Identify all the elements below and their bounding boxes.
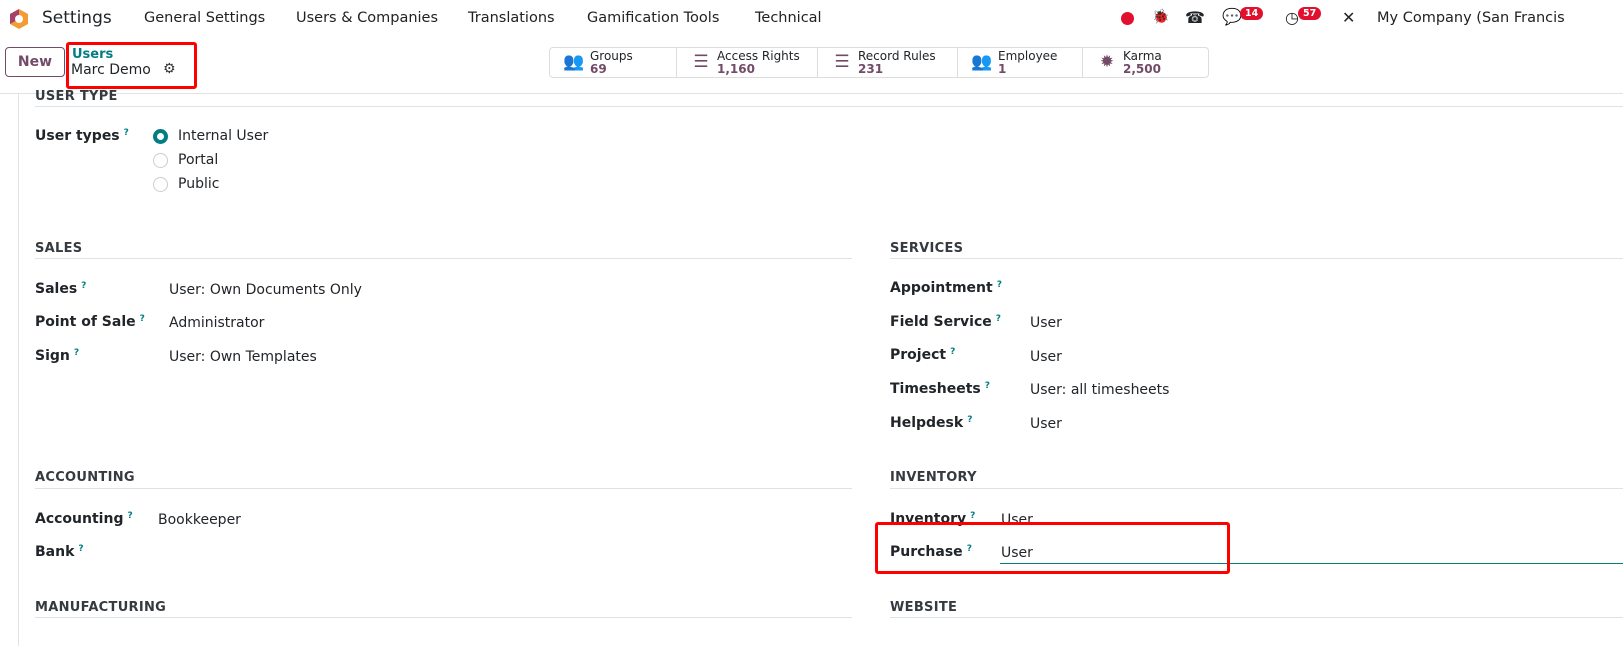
radio-label: Portal bbox=[178, 152, 219, 168]
divider bbox=[35, 488, 852, 489]
stat-value: 1,160 bbox=[717, 61, 755, 76]
user-types-label: User types? bbox=[35, 128, 129, 144]
users-icon: 👥 bbox=[971, 52, 993, 72]
sign-field[interactable]: User: Own Templates bbox=[169, 349, 317, 365]
menu-translations[interactable]: Translations bbox=[468, 10, 555, 26]
radio-internal-user[interactable] bbox=[153, 129, 168, 144]
record-rules-button[interactable]: ☰ Record Rules 231 bbox=[818, 48, 958, 77]
field-label: Timesheets? bbox=[890, 381, 990, 397]
messages-badge: 14 bbox=[1240, 7, 1264, 20]
divider bbox=[890, 258, 1623, 259]
list-icon: ☰ bbox=[693, 52, 709, 72]
form-sheet-border bbox=[18, 94, 19, 646]
tools-icon[interactable]: ✕ bbox=[1342, 8, 1355, 27]
field-label: Accounting? bbox=[35, 511, 133, 527]
field-label: Bank? bbox=[35, 544, 84, 560]
debug-bug-icon[interactable]: 🐞 bbox=[1152, 9, 1169, 25]
menu-users-companies[interactable]: Users & Companies bbox=[296, 10, 438, 26]
section-services: SERVICES bbox=[890, 241, 964, 256]
field-label: Project? bbox=[890, 347, 956, 363]
field-label: Sales? bbox=[35, 281, 87, 297]
sales-field[interactable]: User: Own Documents Only bbox=[169, 282, 362, 298]
badge-icon: ✹ bbox=[1099, 52, 1115, 72]
section-user-type: USER TYPE bbox=[35, 89, 118, 104]
menu-gamification-tools[interactable]: Gamification Tools bbox=[587, 10, 719, 26]
point-of-sale-field[interactable]: Administrator bbox=[169, 315, 264, 331]
smart-buttons: 👥 Groups 69 ☰ Access Rights 1,160 ☰ Record Ru… bbox=[549, 47, 1209, 78]
stat-label: Employee bbox=[998, 48, 1058, 63]
accounting-field[interactable]: Bookkeeper bbox=[158, 512, 241, 528]
section-inventory: INVENTORY bbox=[890, 470, 977, 485]
stat-value: 2,500 bbox=[1123, 61, 1161, 76]
project-field[interactable]: User bbox=[1030, 349, 1062, 365]
messages-icon[interactable]: 💬 bbox=[1222, 7, 1242, 26]
radio-portal[interactable] bbox=[153, 153, 168, 168]
field-label: Point of Sale? bbox=[35, 314, 145, 330]
phone-icon[interactable]: ☎ bbox=[1185, 8, 1205, 27]
top-navbar: Settings General Settings Users & Compan… bbox=[0, 0, 1623, 38]
status-dot-icon[interactable] bbox=[1121, 12, 1134, 25]
field-label: Helpdesk? bbox=[890, 415, 973, 431]
field-label: Appointment? bbox=[890, 280, 1002, 296]
company-switcher[interactable]: My Company (San Francis bbox=[1377, 10, 1565, 26]
list-icon: ☰ bbox=[834, 52, 850, 72]
field-service-field[interactable]: User bbox=[1030, 315, 1062, 331]
stat-label: Record Rules bbox=[858, 48, 936, 63]
section-website: WEBSITE bbox=[890, 600, 958, 615]
section-sales: SALES bbox=[35, 241, 83, 256]
users-icon: 👥 bbox=[563, 52, 585, 72]
menu-general-settings[interactable]: General Settings bbox=[144, 10, 265, 26]
menu-technical[interactable]: Technical bbox=[755, 10, 822, 26]
stat-value: 231 bbox=[858, 61, 884, 76]
section-accounting: ACCOUNTING bbox=[35, 470, 135, 485]
karma-button[interactable]: ✹ Karma 2,500 bbox=[1083, 48, 1208, 77]
groups-button[interactable]: 👥 Groups 69 bbox=[550, 48, 677, 77]
highlight-box bbox=[66, 42, 197, 89]
app-title[interactable]: Settings bbox=[42, 8, 112, 28]
radio-label: Internal User bbox=[178, 128, 269, 144]
divider bbox=[35, 258, 852, 259]
activities-clock-icon[interactable]: ◷ bbox=[1285, 8, 1299, 27]
divider bbox=[35, 106, 1623, 107]
field-label: Sign? bbox=[35, 348, 80, 364]
access-rights-button[interactable]: ☰ Access Rights 1,160 bbox=[677, 48, 818, 77]
divider bbox=[890, 488, 1623, 489]
helpdesk-field[interactable]: User bbox=[1030, 416, 1062, 432]
field-label: Field Service? bbox=[890, 314, 1001, 330]
timesheets-field[interactable]: User: all timesheets bbox=[1030, 382, 1169, 398]
divider bbox=[890, 617, 1623, 618]
new-button[interactable]: New bbox=[5, 47, 65, 77]
stat-label: Access Rights bbox=[717, 48, 800, 63]
stat-label: Karma bbox=[1123, 48, 1162, 63]
stat-label: Groups bbox=[590, 48, 633, 63]
stat-value: 69 bbox=[590, 61, 607, 76]
radio-label: Public bbox=[178, 176, 220, 192]
stat-value: 1 bbox=[998, 61, 1007, 76]
highlight-box bbox=[875, 522, 1230, 574]
radio-public[interactable] bbox=[153, 177, 168, 192]
activities-badge: 57 bbox=[1298, 7, 1322, 20]
divider bbox=[35, 617, 852, 618]
odoo-logo-icon[interactable] bbox=[8, 8, 30, 30]
employee-button[interactable]: 👥 Employee 1 bbox=[958, 48, 1083, 77]
section-manufacturing: MANUFACTURING bbox=[35, 600, 167, 615]
